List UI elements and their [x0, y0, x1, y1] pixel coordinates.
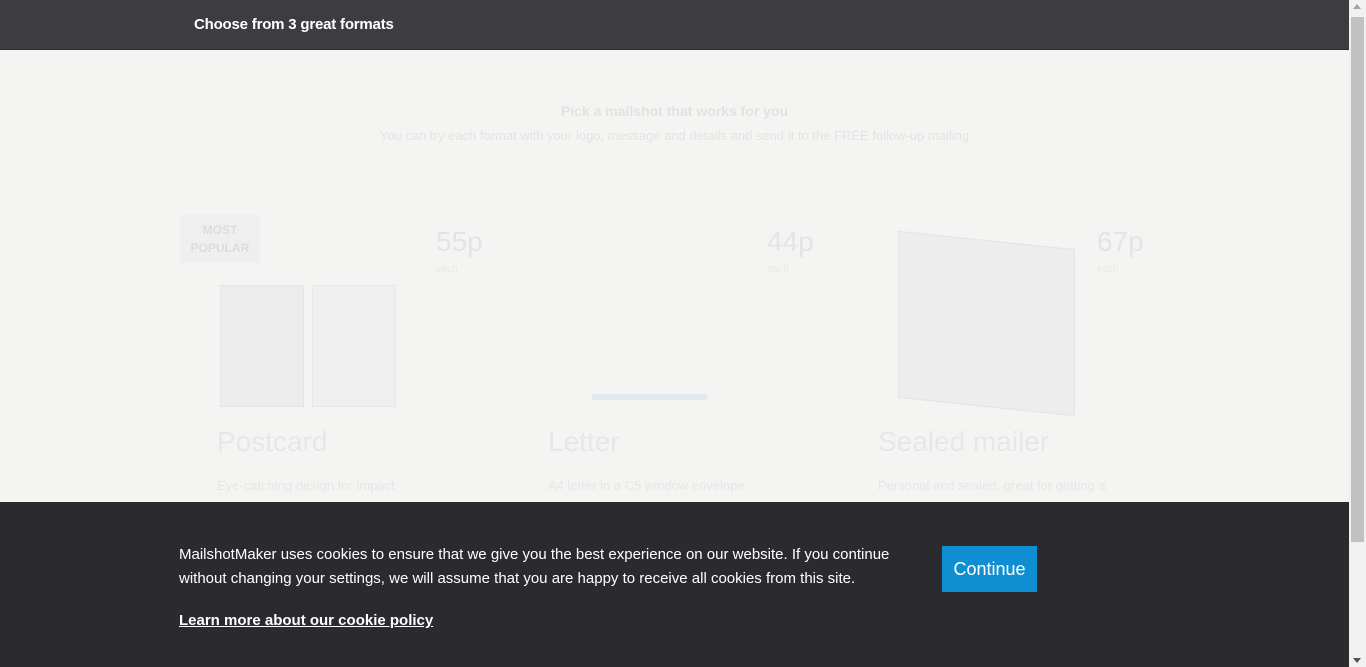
- postcard-front: [220, 285, 304, 407]
- intro-text-before: You can try each format with your logo, …: [379, 128, 831, 143]
- letter-title[interactable]: Letter: [548, 426, 620, 458]
- postcard-price: 55p: [436, 226, 483, 257]
- cookie-banner: MailshotMaker uses cookies to ensure tha…: [0, 502, 1349, 667]
- postcard-desc: Eye-catching design for impact: [217, 478, 395, 493]
- intro-text-after: follow-up mailing: [872, 128, 970, 143]
- sealed-mailer-title[interactable]: Sealed mailer: [878, 426, 1049, 458]
- postcard-back: [312, 285, 396, 407]
- sealed-mailer-price-note: each: [1097, 264, 1119, 275]
- letter-price: 44p: [767, 226, 814, 257]
- letter-desc: A4 letter in a C5 window envelope: [548, 478, 745, 493]
- intro-heading: Pick a mailshot that works for you: [560, 103, 789, 119]
- letter-price-note: each: [767, 264, 789, 275]
- page-title: Choose from 3 great formats: [194, 16, 394, 33]
- sealed-mailer-image[interactable]: [898, 230, 1075, 417]
- scroll-up-arrow-icon[interactable]: [1353, 4, 1361, 9]
- top-bar: Choose from 3 great formats: [0, 0, 1349, 50]
- most-popular-badge: MOST POPULAR: [180, 215, 260, 263]
- postcard-title[interactable]: Postcard: [217, 426, 328, 458]
- sealed-mailer-desc: Personal and sealed, great for getting a: [878, 478, 1106, 493]
- scrollbar-thumb[interactable]: [1351, 17, 1364, 542]
- continue-button[interactable]: Continue: [942, 546, 1037, 592]
- intro-text: You can try each format with your logo, …: [0, 128, 1349, 143]
- cookie-message: MailshotMaker uses cookies to ensure tha…: [179, 546, 890, 587]
- letter-image[interactable]: [592, 394, 707, 400]
- sealed-mailer-price: 67p: [1097, 226, 1144, 257]
- postcard-price-note: each: [436, 264, 458, 275]
- scrollbar[interactable]: [1349, 0, 1366, 667]
- scroll-down-arrow-icon[interactable]: [1353, 658, 1361, 663]
- postcard-image[interactable]: [220, 285, 396, 407]
- intro-text-highlight: FREE: [833, 128, 869, 143]
- cookie-policy-link[interactable]: Learn more about our cookie policy: [179, 612, 433, 629]
